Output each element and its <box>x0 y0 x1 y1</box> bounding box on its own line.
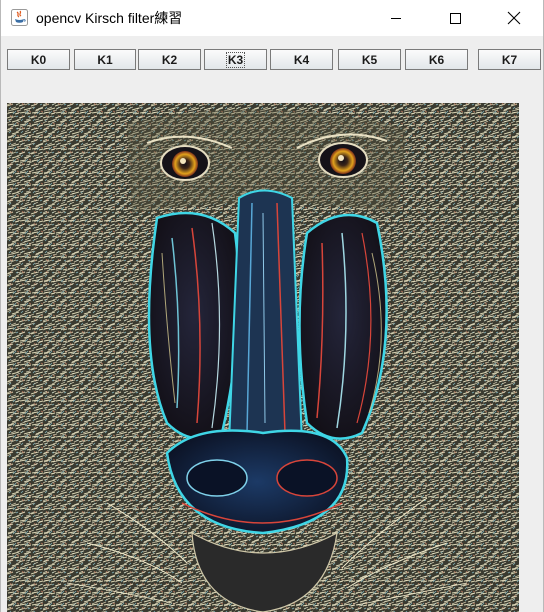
filtered-image <box>7 103 519 612</box>
k1-label: K1 <box>97 52 113 67</box>
close-icon <box>507 11 521 25</box>
title-bar: opencv Kirsch filter練習 <box>1 0 543 36</box>
k2-button[interactable]: K2 <box>138 49 201 70</box>
k5-label: K5 <box>361 52 378 67</box>
k7-label: K7 <box>501 52 518 67</box>
close-button[interactable] <box>491 0 537 36</box>
k1-button[interactable]: K1 <box>74 49 136 70</box>
window-title: opencv Kirsch filter練習 <box>36 10 183 26</box>
k6-button[interactable]: K6 <box>405 49 468 70</box>
k6-label: K6 <box>428 52 445 67</box>
k4-label: K4 <box>293 52 310 67</box>
maximize-button[interactable] <box>432 0 478 36</box>
k7-button[interactable]: K7 <box>478 49 541 70</box>
k3-button[interactable]: K3 <box>204 49 267 70</box>
k5-button[interactable]: K5 <box>338 49 401 70</box>
k3-label: K3 <box>225 51 246 68</box>
k0-label: K0 <box>30 52 47 67</box>
minimize-button[interactable] <box>373 0 419 36</box>
mandrill-kirsch-image <box>7 103 519 612</box>
minimize-icon <box>391 18 401 19</box>
maximize-icon <box>450 13 461 24</box>
k0-button[interactable]: K0 <box>7 49 70 70</box>
java-app-icon <box>11 9 28 26</box>
app-window: opencv Kirsch filter練習 K0 K1 K2 K3 K4 K5… <box>0 0 544 612</box>
k2-label: K2 <box>161 52 178 67</box>
k4-button[interactable]: K4 <box>270 49 333 70</box>
